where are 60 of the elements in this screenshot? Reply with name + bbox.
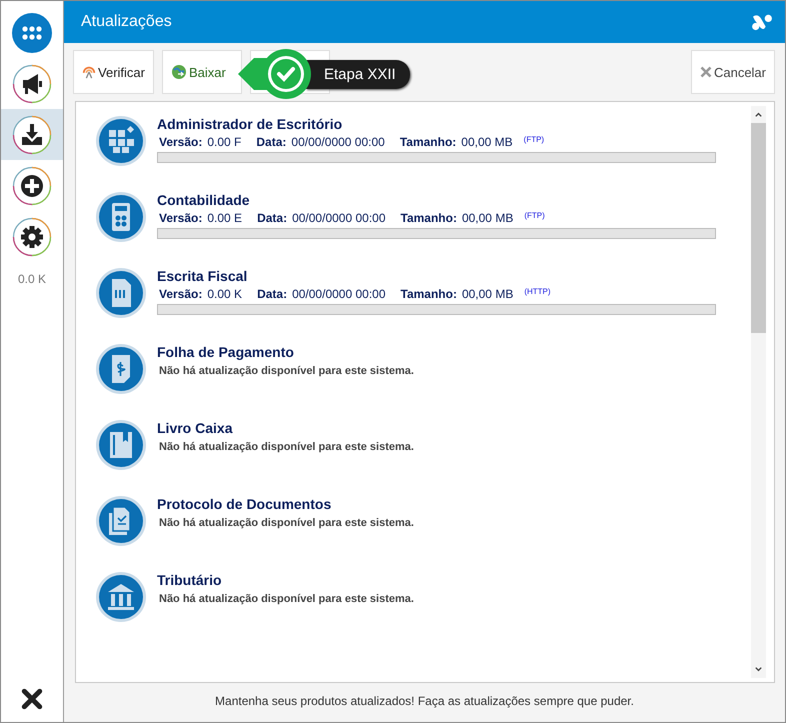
field-label: Versão: (159, 211, 202, 225)
close-icon (21, 688, 43, 710)
status-message: Não há atualização disponível para este sistema. (159, 365, 415, 377)
scroll-up-icon[interactable] (754, 110, 763, 119)
logo-icon (751, 13, 773, 31)
field-label: Tamanho: (400, 211, 457, 225)
status-message: Não há atualização disponível para este sistema. (159, 593, 415, 605)
field-label: Tamanho: (400, 135, 456, 149)
window-title: Atualizações (81, 13, 173, 31)
document-icon (96, 268, 146, 318)
calculator-icon (96, 192, 146, 242)
verify-button[interactable]: Verificar (73, 50, 154, 94)
field-value: 00,00 MB (462, 211, 514, 225)
globe-icon (171, 64, 187, 80)
download-button[interactable] (1, 109, 63, 160)
field-label: Data: (256, 135, 286, 149)
field-label: Tamanho: (400, 287, 457, 301)
megaphone-icon (12, 64, 52, 104)
field-label: Data: (257, 287, 288, 301)
field-value: 00,00 MB (462, 287, 514, 301)
step-tooltip: Etapa XXII (306, 60, 410, 88)
field-value: 00,00 MB (461, 135, 513, 149)
protocol-label: (FTP) (524, 211, 545, 220)
system-name: Protocolo de Documentos (157, 496, 332, 512)
download-button[interactable]: Baixar (162, 50, 242, 94)
usage-label: 0.0 K (18, 272, 46, 286)
field-label: Versão: (159, 135, 202, 149)
field-value: 00/00/0000 00:00 (292, 211, 386, 225)
system-name: Administrador de Escritório (157, 116, 344, 132)
close-icon (700, 65, 712, 79)
field-value: 00/00/0000 00:00 (291, 135, 385, 149)
field-label: Data: (257, 211, 288, 225)
files-icon (96, 496, 146, 546)
blocks-icon (96, 116, 146, 166)
system-name: Livro Caixa (157, 420, 234, 436)
field-value: 00/00/0000 00:00 (292, 287, 386, 301)
field-value: 0.00 E (207, 211, 242, 225)
bank-icon (96, 572, 146, 622)
system-name: Folha de Pagamento (157, 344, 295, 360)
status-message: Não há atualização disponível para este sistema. (159, 441, 415, 453)
download-icon (12, 114, 52, 154)
system-name: Contabilidade (157, 192, 251, 208)
cancel-button[interactable]: Cancelar (691, 50, 775, 94)
book-icon (96, 420, 146, 470)
signal-icon (82, 64, 96, 80)
apps-icon (12, 12, 52, 52)
protocol-label: (HTTP) (524, 287, 551, 296)
scrollbar[interactable] (751, 106, 766, 678)
field-value: 0.00 F (207, 135, 242, 149)
plus-icon (12, 166, 52, 206)
system-name: Tributário (157, 572, 223, 588)
scroll-down-icon[interactable] (754, 665, 763, 674)
status-message: Não há atualização disponível para este sistema. (159, 517, 415, 529)
settings-icon (12, 216, 52, 256)
protocol-label: (FTP) (524, 135, 544, 144)
system-name: Escrita Fiscal (157, 268, 248, 284)
field-label: Versão: (159, 287, 202, 301)
footer-message: Mantenha seus produtos atualizados! Faça as atualizações sempre que puder. (214, 693, 635, 710)
receipt-icon (96, 344, 146, 394)
field-value: 0.00 K (207, 287, 242, 301)
